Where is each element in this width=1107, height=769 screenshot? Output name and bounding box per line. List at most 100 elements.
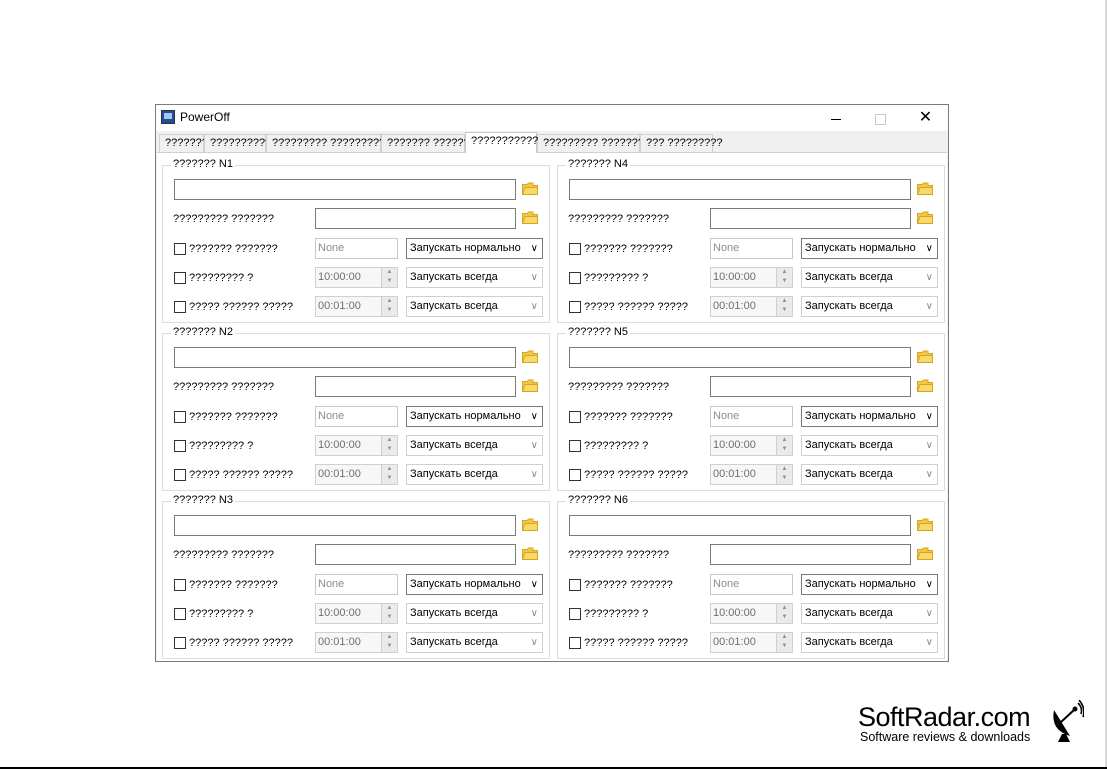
program-path-input[interactable] — [569, 515, 911, 536]
tab-6[interactable]: ????????? ????????? — [537, 134, 656, 152]
folder-icon[interactable] — [521, 350, 538, 363]
none-field[interactable]: None — [315, 406, 398, 427]
program-path-input[interactable] — [174, 347, 516, 368]
params-input[interactable] — [315, 376, 516, 397]
tab-3[interactable]: ????????? ??????????? — [266, 134, 397, 152]
close-button[interactable]: ✕ — [903, 105, 948, 131]
minimize-button[interactable] — [813, 105, 858, 131]
time-spinner[interactable]: 10:00:00 ▲ ▼ — [315, 435, 398, 456]
none-field[interactable]: None — [315, 238, 398, 259]
checkbox-interval[interactable] — [569, 637, 581, 649]
program-path-input[interactable] — [569, 347, 911, 368]
run-mode-select[interactable]: Запускать нормально ∨ — [801, 574, 938, 595]
interval-spinner[interactable]: 00:01:00 ▲ ▼ — [710, 296, 793, 317]
program-path-input[interactable] — [174, 515, 516, 536]
folder-icon[interactable] — [916, 182, 933, 195]
run-mode-select[interactable]: Запускать нормально ∨ — [801, 238, 938, 259]
run-mode-select[interactable]: Запускать нормально ∨ — [406, 238, 543, 259]
interval-mode-select[interactable]: Запускать всегда ∨ — [406, 464, 543, 485]
run-mode-select[interactable]: Запускать нормально ∨ — [801, 406, 938, 427]
interval-mode-select[interactable]: Запускать всегда ∨ — [406, 632, 543, 653]
time-spinner[interactable]: 10:00:00 ▲ ▼ — [315, 267, 398, 288]
maximize-button[interactable] — [858, 105, 903, 131]
folder-icon[interactable] — [916, 547, 933, 560]
spinner-arrows-icon[interactable]: ▲ ▼ — [381, 633, 397, 652]
checkbox-time[interactable] — [569, 272, 581, 284]
spinner-arrows-icon[interactable]: ▲ ▼ — [776, 604, 792, 623]
interval-mode-select[interactable]: Запускать всегда ∨ — [801, 632, 938, 653]
checkbox-run-mode[interactable] — [569, 579, 581, 591]
params-input[interactable] — [710, 544, 911, 565]
tab-7[interactable]: ??? ????????? — [640, 134, 722, 152]
checkbox-time[interactable] — [569, 608, 581, 620]
time-mode-select[interactable]: Запускать всегда ∨ — [801, 267, 938, 288]
checkbox-time[interactable] — [174, 440, 186, 452]
checkbox-time[interactable] — [174, 272, 186, 284]
checkbox-run-mode[interactable] — [569, 411, 581, 423]
tab-2[interactable]: ?????????? — [204, 134, 271, 152]
run-mode-select[interactable]: Запускать нормально ∨ — [406, 406, 543, 427]
spinner-arrows-icon[interactable]: ▲ ▼ — [381, 604, 397, 623]
time-mode-select[interactable]: Запускать всегда ∨ — [801, 603, 938, 624]
tab-5-active[interactable]: ??????????? — [465, 132, 538, 153]
none-field[interactable]: None — [710, 574, 793, 595]
checkbox-interval[interactable] — [569, 301, 581, 313]
params-input[interactable] — [710, 208, 911, 229]
title-bar[interactable]: PowerOff ✕ — [156, 105, 948, 131]
spinner-arrows-icon[interactable]: ▲ ▼ — [381, 268, 397, 287]
checkbox-interval[interactable] — [174, 469, 186, 481]
params-input[interactable] — [710, 376, 911, 397]
folder-icon[interactable] — [521, 518, 538, 531]
checkbox-run-mode[interactable] — [174, 243, 186, 255]
interval-spinner[interactable]: 00:01:00 ▲ ▼ — [710, 464, 793, 485]
time-spinner[interactable]: 10:00:00 ▲ ▼ — [315, 603, 398, 624]
folder-icon[interactable] — [916, 350, 933, 363]
spinner-arrows-icon[interactable]: ▲ ▼ — [381, 297, 397, 316]
checkbox-interval[interactable] — [569, 469, 581, 481]
program-path-input[interactable] — [174, 179, 516, 200]
checkbox-run-mode[interactable] — [569, 243, 581, 255]
time-mode-select[interactable]: Запускать всегда ∨ — [406, 267, 543, 288]
checkbox-interval[interactable] — [174, 637, 186, 649]
folder-icon[interactable] — [916, 518, 933, 531]
interval-mode-select[interactable]: Запускать всегда ∨ — [801, 464, 938, 485]
time-mode-select[interactable]: Запускать всегда ∨ — [406, 603, 543, 624]
spinner-arrows-icon[interactable]: ▲ ▼ — [381, 436, 397, 455]
folder-icon[interactable] — [521, 211, 538, 224]
checkbox-time[interactable] — [174, 608, 186, 620]
tab-1[interactable]: ??????? — [159, 134, 208, 152]
time-spinner[interactable]: 10:00:00 ▲ ▼ — [710, 435, 793, 456]
time-mode-select[interactable]: Запускать всегда ∨ — [406, 435, 543, 456]
program-path-input[interactable] — [569, 179, 911, 200]
time-spinner[interactable]: 10:00:00 ▲ ▼ — [710, 267, 793, 288]
interval-spinner[interactable]: 00:01:00 ▲ ▼ — [315, 296, 398, 317]
none-field[interactable]: None — [710, 238, 793, 259]
interval-mode-select[interactable]: Запускать всегда ∨ — [406, 296, 543, 317]
folder-icon[interactable] — [521, 547, 538, 560]
interval-spinner[interactable]: 00:01:00 ▲ ▼ — [315, 632, 398, 653]
interval-spinner[interactable]: 00:01:00 ▲ ▼ — [315, 464, 398, 485]
checkbox-interval[interactable] — [174, 301, 186, 313]
checkbox-time[interactable] — [569, 440, 581, 452]
none-field[interactable]: None — [710, 406, 793, 427]
spinner-arrows-icon[interactable]: ▲ ▼ — [776, 465, 792, 484]
folder-icon[interactable] — [916, 379, 933, 392]
time-spinner[interactable]: 10:00:00 ▲ ▼ — [710, 603, 793, 624]
spinner-arrows-icon[interactable]: ▲ ▼ — [776, 297, 792, 316]
run-mode-select[interactable]: Запускать нормально ∨ — [406, 574, 543, 595]
folder-icon[interactable] — [521, 182, 538, 195]
spinner-arrows-icon[interactable]: ▲ ▼ — [381, 465, 397, 484]
folder-icon[interactable] — [916, 211, 933, 224]
interval-spinner[interactable]: 00:01:00 ▲ ▼ — [710, 632, 793, 653]
checkbox-run-mode[interactable] — [174, 411, 186, 423]
time-mode-select[interactable]: Запускать всегда ∨ — [801, 435, 938, 456]
interval-mode-select[interactable]: Запускать всегда ∨ — [801, 296, 938, 317]
folder-icon[interactable] — [521, 379, 538, 392]
spinner-arrows-icon[interactable]: ▲ ▼ — [776, 436, 792, 455]
params-input[interactable] — [315, 544, 516, 565]
none-field[interactable]: None — [315, 574, 398, 595]
params-input[interactable] — [315, 208, 516, 229]
tab-4[interactable]: ??????? ??????? — [381, 134, 476, 152]
spinner-arrows-icon[interactable]: ▲ ▼ — [776, 268, 792, 287]
spinner-arrows-icon[interactable]: ▲ ▼ — [776, 633, 792, 652]
